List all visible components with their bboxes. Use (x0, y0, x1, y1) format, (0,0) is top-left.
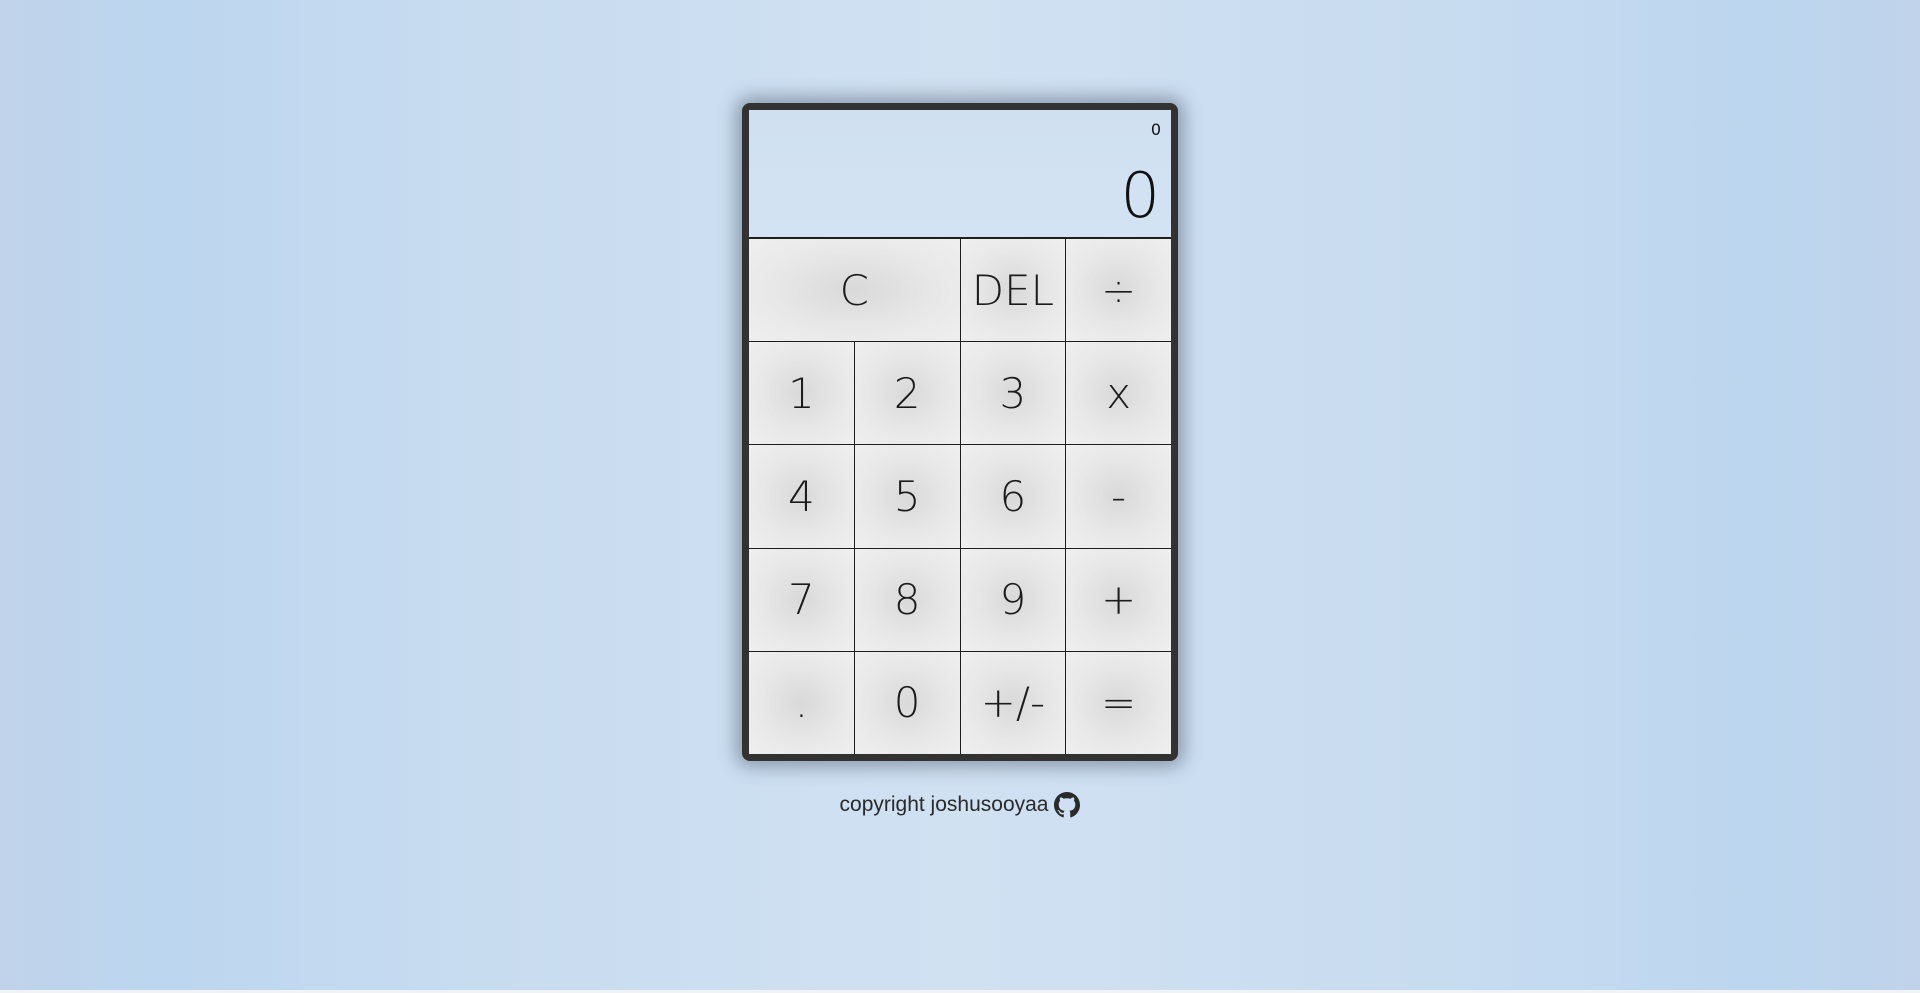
copyright-text: copyright joshusooyaa (839, 793, 1049, 816)
negate-button[interactable]: +/- (960, 651, 1066, 754)
multiply-button[interactable]: x (1066, 342, 1171, 445)
digit-0-button[interactable]: 0 (854, 651, 960, 754)
digit-6-button[interactable]: 6 (960, 445, 1066, 548)
divide-button[interactable]: ÷ (1066, 239, 1171, 342)
digit-8-button[interactable]: 8 (854, 548, 960, 651)
current-operand: 0 (1120, 159, 1161, 232)
digit-7-button[interactable]: 7 (749, 548, 854, 651)
digit-3-button[interactable]: 3 (960, 342, 1066, 445)
calculator-display: 0 0 (749, 110, 1171, 239)
digit-2-button[interactable]: 2 (854, 342, 960, 445)
clear-button[interactable]: C (749, 239, 960, 342)
delete-button[interactable]: DEL (960, 239, 1066, 342)
footer: copyright joshusooyaa (0, 792, 1920, 818)
add-button[interactable]: + (1066, 548, 1171, 651)
decimal-button[interactable]: . (749, 651, 854, 754)
digit-9-button[interactable]: 9 (960, 548, 1066, 651)
previous-operand: 0 (1150, 120, 1161, 139)
github-icon[interactable] (1054, 792, 1081, 818)
subtract-button[interactable]: - (1066, 445, 1171, 548)
equals-button[interactable]: = (1066, 651, 1171, 754)
calculator: 0 0 C DEL ÷ 1 2 3 x 4 5 6 - 7 8 9 + . 0 … (742, 103, 1178, 761)
digit-1-button[interactable]: 1 (749, 342, 854, 445)
digit-5-button[interactable]: 5 (854, 445, 960, 548)
keypad: C DEL ÷ 1 2 3 x 4 5 6 - 7 8 9 + . 0 +/- … (749, 239, 1171, 754)
digit-4-button[interactable]: 4 (749, 445, 854, 548)
